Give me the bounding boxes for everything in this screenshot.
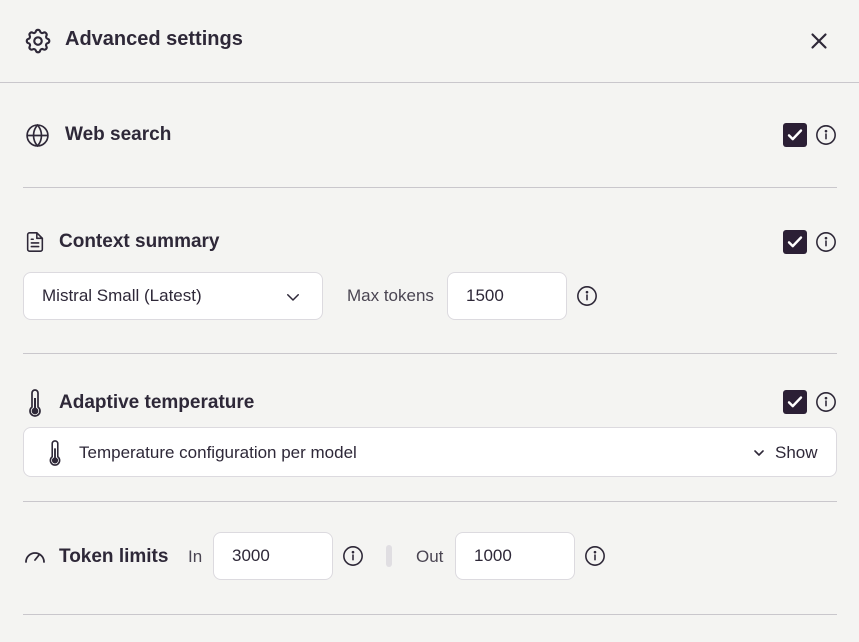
token-out-label: Out: [416, 547, 444, 566]
close-icon[interactable]: [806, 28, 832, 54]
globe-icon: [26, 123, 49, 148]
token-limits-title: Token limits: [59, 546, 169, 567]
max-tokens-value: 1500: [466, 286, 504, 305]
context-summary-title: Context summary: [59, 231, 220, 252]
token-in-label: In: [188, 547, 203, 566]
chevron-down-icon: [754, 450, 764, 456]
token-limits-separator: [386, 545, 392, 567]
token-in-value: 3000: [232, 546, 270, 565]
max-tokens-label: Max tokens: [347, 286, 434, 305]
dialog-header: Advanced settings: [0, 0, 859, 83]
token-out-input[interactable]: 1000: [455, 532, 575, 580]
section-divider: [23, 353, 837, 354]
token-out-info-icon[interactable]: [584, 545, 606, 567]
section-divider: [23, 187, 837, 188]
web-search-title: Web search: [65, 124, 172, 145]
temperature-config-row[interactable]: Temperature configuration per model Show: [23, 427, 837, 477]
document-icon: [26, 232, 44, 252]
checkmark-icon: [787, 129, 803, 141]
section-divider: [23, 501, 837, 502]
gear-icon: [25, 28, 51, 54]
web-search-checkbox[interactable]: [783, 123, 807, 147]
adaptive-temperature-title: Adaptive temperature: [59, 392, 255, 413]
checkmark-icon: [787, 396, 803, 408]
max-tokens-info-icon[interactable]: [576, 285, 598, 307]
checkmark-icon: [787, 236, 803, 248]
section-divider: [23, 614, 837, 615]
max-tokens-input[interactable]: 1500: [447, 272, 567, 320]
token-in-info-icon[interactable]: [342, 545, 364, 567]
gauge-icon: [25, 552, 45, 563]
model-select-value: Mistral Small (Latest): [42, 286, 202, 305]
context-summary-checkbox[interactable]: [783, 230, 807, 254]
chevron-down-icon: [287, 294, 299, 301]
context-summary-info-icon[interactable]: [815, 231, 837, 253]
adaptive-temperature-checkbox[interactable]: [783, 390, 807, 414]
web-search-info-icon[interactable]: [815, 124, 837, 146]
temperature-config-label: Temperature configuration per model: [79, 443, 357, 462]
adaptive-temperature-info-icon[interactable]: [815, 391, 837, 413]
thermometer-icon: [29, 389, 41, 417]
token-out-value: 1000: [474, 546, 512, 565]
thermometer-icon: [49, 440, 61, 466]
show-toggle-label[interactable]: Show: [775, 443, 818, 463]
token-in-input[interactable]: 3000: [213, 532, 333, 580]
dialog-title: Advanced settings: [65, 28, 243, 50]
model-select[interactable]: Mistral Small (Latest): [23, 272, 323, 320]
